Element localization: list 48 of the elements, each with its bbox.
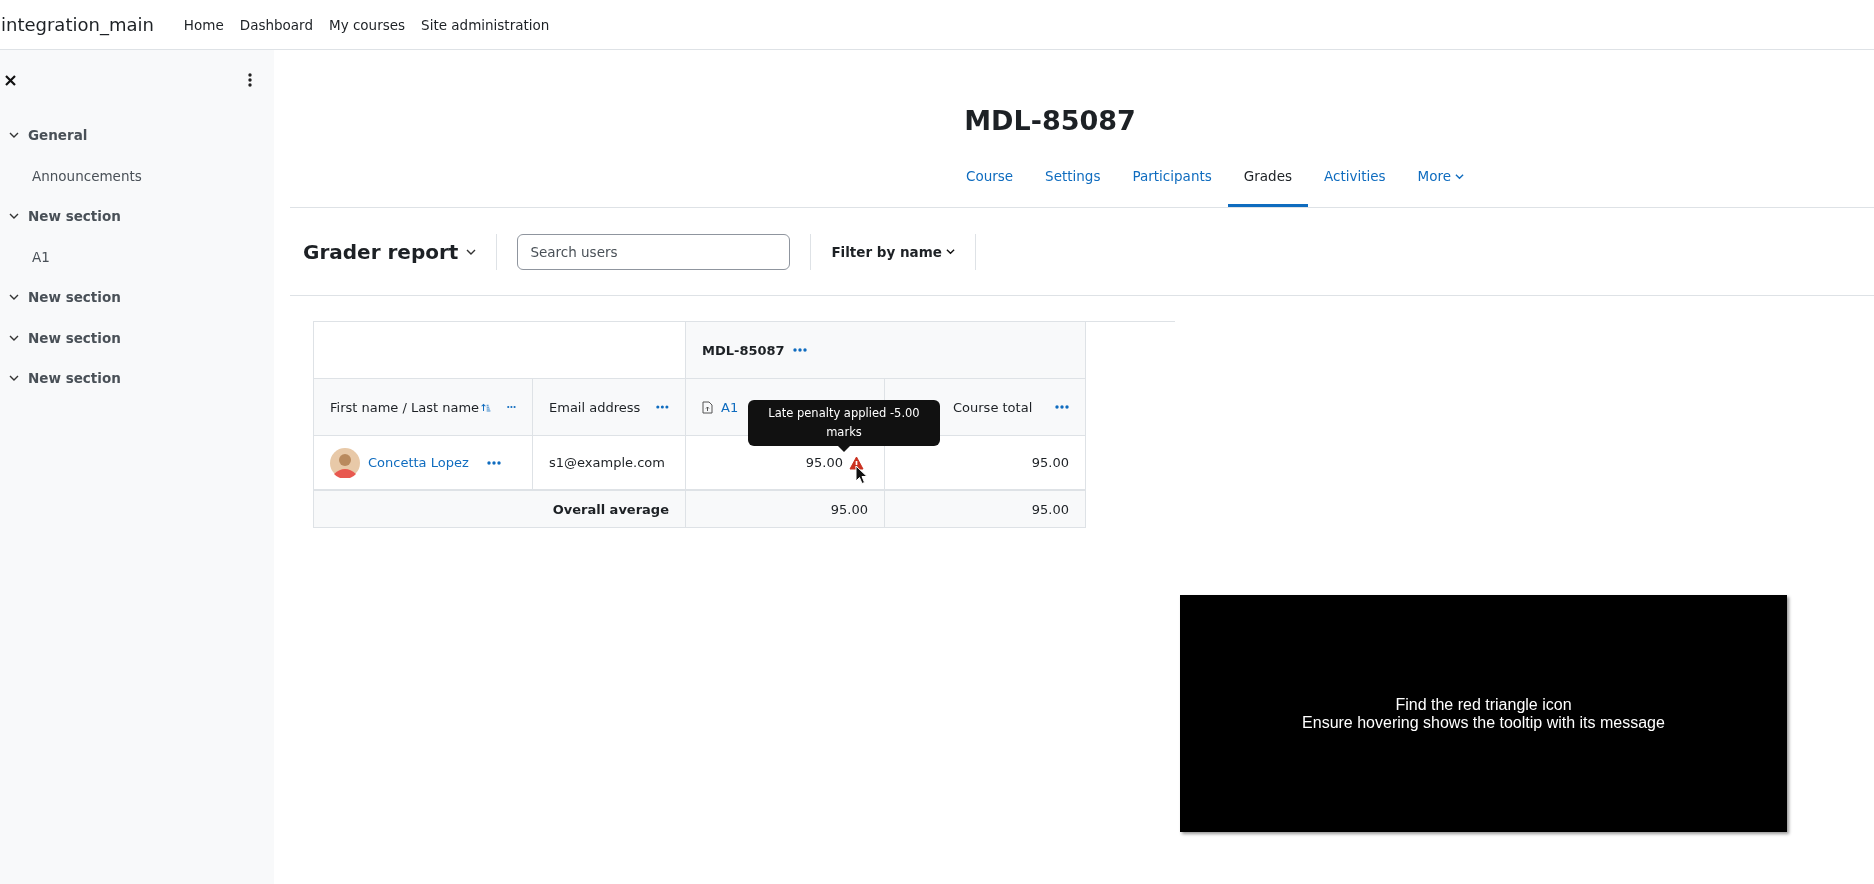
- nav-tab[interactable]: Grades: [1227, 160, 1308, 207]
- sort-ascending-icon[interactable]: [481, 400, 492, 414]
- section-link[interactable]: General: [28, 127, 88, 144]
- column-label: Email address: [549, 399, 641, 415]
- tooltip-arrow-icon: [838, 446, 850, 452]
- column-link[interactable]: A1: [721, 399, 739, 415]
- more-icon[interactable]: [792, 348, 807, 352]
- nav-link[interactable]: Home: [183, 16, 224, 33]
- instruction-text: Find the red triangle icon Ensure hovering shows the tooltip with its message: [1302, 695, 1665, 732]
- more-icon[interactable]: [1055, 405, 1069, 409]
- section-link[interactable]: New section: [28, 289, 121, 306]
- nav-tab[interactable]: Participants: [1116, 160, 1228, 207]
- nav-tab[interactable]: Activities: [1308, 160, 1402, 207]
- activity-link[interactable]: A1: [32, 248, 50, 265]
- more-icon[interactable]: [507, 405, 516, 409]
- table-cell: 95.00: [685, 490, 885, 528]
- nav-tab[interactable]: Settings: [1029, 160, 1117, 207]
- nav-tab[interactable]: More: [1401, 160, 1481, 207]
- section-link[interactable]: New section: [28, 370, 121, 387]
- table-cell: Overall average: [313, 490, 686, 528]
- filter-dropdown[interactable]: Filter by name: [831, 243, 955, 260]
- close-icon[interactable]: [5, 74, 16, 86]
- avatar: [330, 447, 360, 478]
- caret-icon: [945, 247, 955, 256]
- activity-link[interactable]: Announcements: [32, 167, 142, 184]
- section-link[interactable]: New section: [28, 329, 121, 346]
- nav-link[interactable]: My courses: [329, 16, 406, 33]
- file-upload-icon: [702, 400, 713, 414]
- table-cell: 95.00: [884, 490, 1086, 528]
- nav-tab[interactable]: Course: [949, 160, 1030, 207]
- user-link[interactable]: Concetta Lopez: [368, 455, 469, 470]
- column-label: First name / Last name: [330, 399, 480, 415]
- site-name[interactable]: integration_main: [1, 14, 154, 35]
- category-name: MDL-85087: [702, 342, 785, 358]
- tooltip: Late penalty applied -5.00 marks: [748, 400, 940, 446]
- caret-icon: [1455, 171, 1465, 181]
- more-options-icon[interactable]: [248, 73, 252, 87]
- more-icon[interactable]: [656, 405, 669, 409]
- nav-link[interactable]: Dashboard: [239, 16, 313, 33]
- search-field[interactable]: Search users: [517, 233, 791, 270]
- course-title: MDL-85087: [964, 105, 1136, 136]
- nav-link[interactable]: Site administration: [421, 16, 550, 33]
- section-link[interactable]: New section: [28, 208, 121, 225]
- more-icon[interactable]: [486, 460, 501, 465]
- grade-value: 95.00: [805, 455, 843, 470]
- cursor-icon: [855, 465, 868, 485]
- column-label: Course total: [953, 399, 1033, 415]
- report-selector[interactable]: Grader report: [303, 239, 477, 264]
